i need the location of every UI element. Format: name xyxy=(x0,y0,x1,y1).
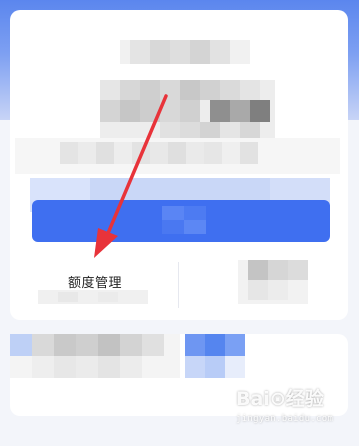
baidu-jingyan-watermark: Bai⊙经验 jingyan.baidu.com xyxy=(236,388,356,444)
watermark-url-text: jingyan.baidu.com xyxy=(236,414,334,424)
red-arrow-icon xyxy=(94,94,168,258)
watermark-main-text: Bai⊙经验 xyxy=(236,388,324,410)
